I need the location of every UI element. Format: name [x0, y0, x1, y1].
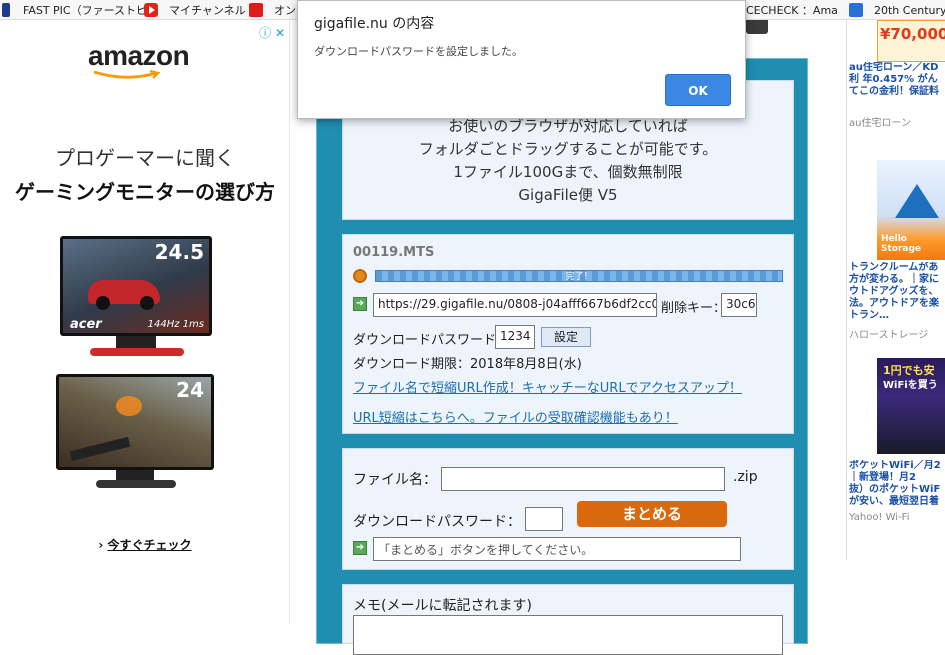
- short-url-link[interactable]: ファイル名で短縮URL作成！キャッチーなURLでアクセスアップ！: [353, 377, 742, 396]
- ok-button[interactable]: OK: [665, 74, 731, 106]
- right-ad-text: ウトドアグッズを、: [849, 286, 939, 297]
- ad-info-icon[interactable]: ⓘ ✕: [259, 24, 285, 41]
- delete-key-field[interactable]: 30c6: [721, 293, 757, 317]
- dialog-title: gigafile.nu の内容: [314, 16, 435, 32]
- ad-headline: プロゲーマーに聞く: [55, 146, 235, 170]
- twentieth-icon: [849, 3, 863, 17]
- monitor-size-label: 24.5: [154, 240, 204, 264]
- info-line-4: GigaFile便 V5: [518, 186, 618, 204]
- tent-icon: [895, 184, 939, 218]
- open-url-icon[interactable]: ➜: [353, 297, 367, 311]
- bundle-arrow-icon[interactable]: ➜: [353, 541, 367, 555]
- right-ad-text: 利 年0.457% がん: [849, 74, 938, 85]
- right-ad-link-1[interactable]: au住宅ローン／KD 利 年0.457% がん てこの金利！保証料: [849, 62, 945, 98]
- download-password-field[interactable]: 1234: [495, 325, 535, 349]
- memo-panel: メモ(メールに転記されます): [342, 584, 794, 655]
- bundle-button[interactable]: まとめる: [577, 501, 727, 527]
- right-ad-image-3[interactable]: 1円でも安 WiFiを買う: [877, 358, 945, 454]
- amazon-smile-icon: [93, 70, 161, 79]
- right-ad-text: 法。アウトドアを楽: [849, 298, 939, 309]
- right-ad-text: ｜新登場！月2: [849, 472, 916, 483]
- right-ad-text: 抜）のポケットWiF: [849, 484, 941, 495]
- amazon-logo: amazon: [88, 40, 190, 71]
- password-label: ダウンロードパスワード：: [353, 333, 510, 348]
- download-expiry: ダウンロード期限：2018年8月8日(水): [353, 357, 582, 372]
- bundle-password-input[interactable]: [525, 507, 563, 531]
- zip-extension: .zip: [733, 469, 758, 485]
- red-square-icon: [249, 3, 263, 17]
- uploaded-filename: 00119.MTS: [353, 245, 435, 260]
- bundle-status-field: 「まとめる」ボタンを押してください。: [373, 537, 741, 561]
- download-url-field[interactable]: https://29.gigafile.nu/0808-j04afff667b6…: [373, 293, 657, 317]
- ad-image-text: WiFiを買う: [883, 380, 938, 391]
- monitor-spec-label: 144Hz 1ms: [147, 319, 204, 330]
- delete-key-label: 削除キー：: [661, 301, 727, 316]
- right-ad-link-3[interactable]: ポケットWiFi／月2 ｜新登場！月2 抜）のポケットWiF が安い、最短翌日着: [849, 460, 945, 508]
- upload-progress-bar: 完了！: [375, 270, 783, 282]
- right-ad-column: ¥70,000 au住宅ローン／KD 利 年0.457% がん てこの金利！保証…: [846, 20, 945, 560]
- bundle-password-label: ダウンロードパスワード：: [353, 514, 521, 530]
- bookmark-fastpic[interactable]: FAST PIC（ファーストピ: [2, 2, 147, 18]
- ad-image-text: Hello Storage: [881, 234, 922, 254]
- bookmark-label: CECHECK ：Ama: [746, 4, 838, 17]
- upload-panel: 00119.MTS 完了！ ➜ https://29.gigafile.nu/0…: [342, 234, 794, 434]
- monitor-base-2: [96, 480, 176, 488]
- left-ad[interactable]: amazon ⓘ ✕ プロゲーマーに聞く ゲーミングモニターの選び方 24.5 …: [0, 20, 290, 624]
- bundle-filename-input[interactable]: [441, 467, 725, 491]
- right-ad-image-2[interactable]: Hello Storage: [877, 160, 945, 260]
- set-password-button[interactable]: 設定: [541, 327, 591, 347]
- right-ad-source: ハローストレージ: [849, 330, 929, 341]
- dialog-message: ダウンロードパスワードを設定しました。: [314, 45, 523, 58]
- right-ad-text: au住宅ローン／KD: [849, 62, 939, 73]
- info-line-2: フォルダごとドラッグすることが可能です。: [418, 140, 718, 158]
- right-ad-source: au住宅ローン: [849, 118, 911, 129]
- bookmark-20th[interactable]: 20th Century: [849, 2, 945, 18]
- monitor-base-1: [90, 348, 184, 356]
- right-ad-image-1[interactable]: ¥70,000: [877, 20, 945, 62]
- stop-icon[interactable]: [353, 269, 367, 283]
- ad-title: ゲーミングモニターの選び方: [15, 180, 275, 204]
- bundle-panel: ファイル名： .zip ダウンロードパスワード： まとめる ➜ 「まとめる」ボタ…: [342, 448, 794, 570]
- monitor-size-label: 24: [176, 378, 204, 402]
- progress-label: 完了！: [565, 272, 593, 282]
- bookmark-cecheck[interactable]: CECHECK ：Ama: [746, 2, 838, 18]
- bookmark-label: 20th Century: [874, 3, 945, 17]
- memo-textarea[interactable]: [353, 615, 783, 655]
- bookmark-label: オン: [274, 4, 296, 17]
- url-shortener-link[interactable]: URL短縮はこちらへ。ファイルの受取確認機能もあり！: [353, 407, 678, 426]
- memo-label: メモ(メールに転記されます): [353, 598, 532, 614]
- right-ad-text: トラン…: [849, 310, 889, 321]
- right-ad-text: トランクルームがあ: [849, 262, 939, 273]
- ad-cta-label: 今すぐチェック: [107, 538, 192, 552]
- right-ad-text: が安い、最短翌日着: [849, 496, 939, 507]
- ad-price: ¥70,000: [880, 25, 945, 43]
- alert-dialog: gigafile.nu の内容 ダウンロードパスワードを設定しました。 OK: [297, 0, 746, 119]
- fastpic-icon: [2, 3, 10, 17]
- right-ad-text: ポケットWiFi／月2: [849, 460, 941, 471]
- bookmark-youtube[interactable]: マイチャンネル: [144, 2, 246, 18]
- right-ad-link-2[interactable]: トランクルームがあ 方が変わる。｜家に ウトドアグッズを、 法。アウトドアを楽 …: [849, 262, 945, 322]
- bookmark-label: マイチャンネル: [169, 4, 246, 17]
- monitor-image-1: 24.5 acer 144Hz 1ms: [60, 236, 212, 336]
- right-ad-text: 方が変わる。｜家に: [849, 274, 939, 285]
- ad-cta-link[interactable]: › 今すぐチェック: [0, 536, 290, 553]
- bookmark-red[interactable]: オン: [249, 2, 296, 18]
- bundle-filename-label: ファイル名：: [353, 472, 437, 488]
- right-ad-source: Yahoo! Wi-Fi: [849, 512, 910, 523]
- info-line-3: 1ファイル100Gまで、個数無制限: [453, 163, 683, 181]
- scrollbar-thumb[interactable]: [746, 20, 768, 34]
- right-ad-text: てこの金利！保証料: [849, 86, 939, 97]
- bookmark-label: FAST PIC（ファーストピ: [23, 4, 148, 17]
- monitor-brand-label: acer: [70, 317, 102, 332]
- monitor-image-2: 24: [56, 374, 214, 470]
- youtube-icon: [144, 3, 158, 17]
